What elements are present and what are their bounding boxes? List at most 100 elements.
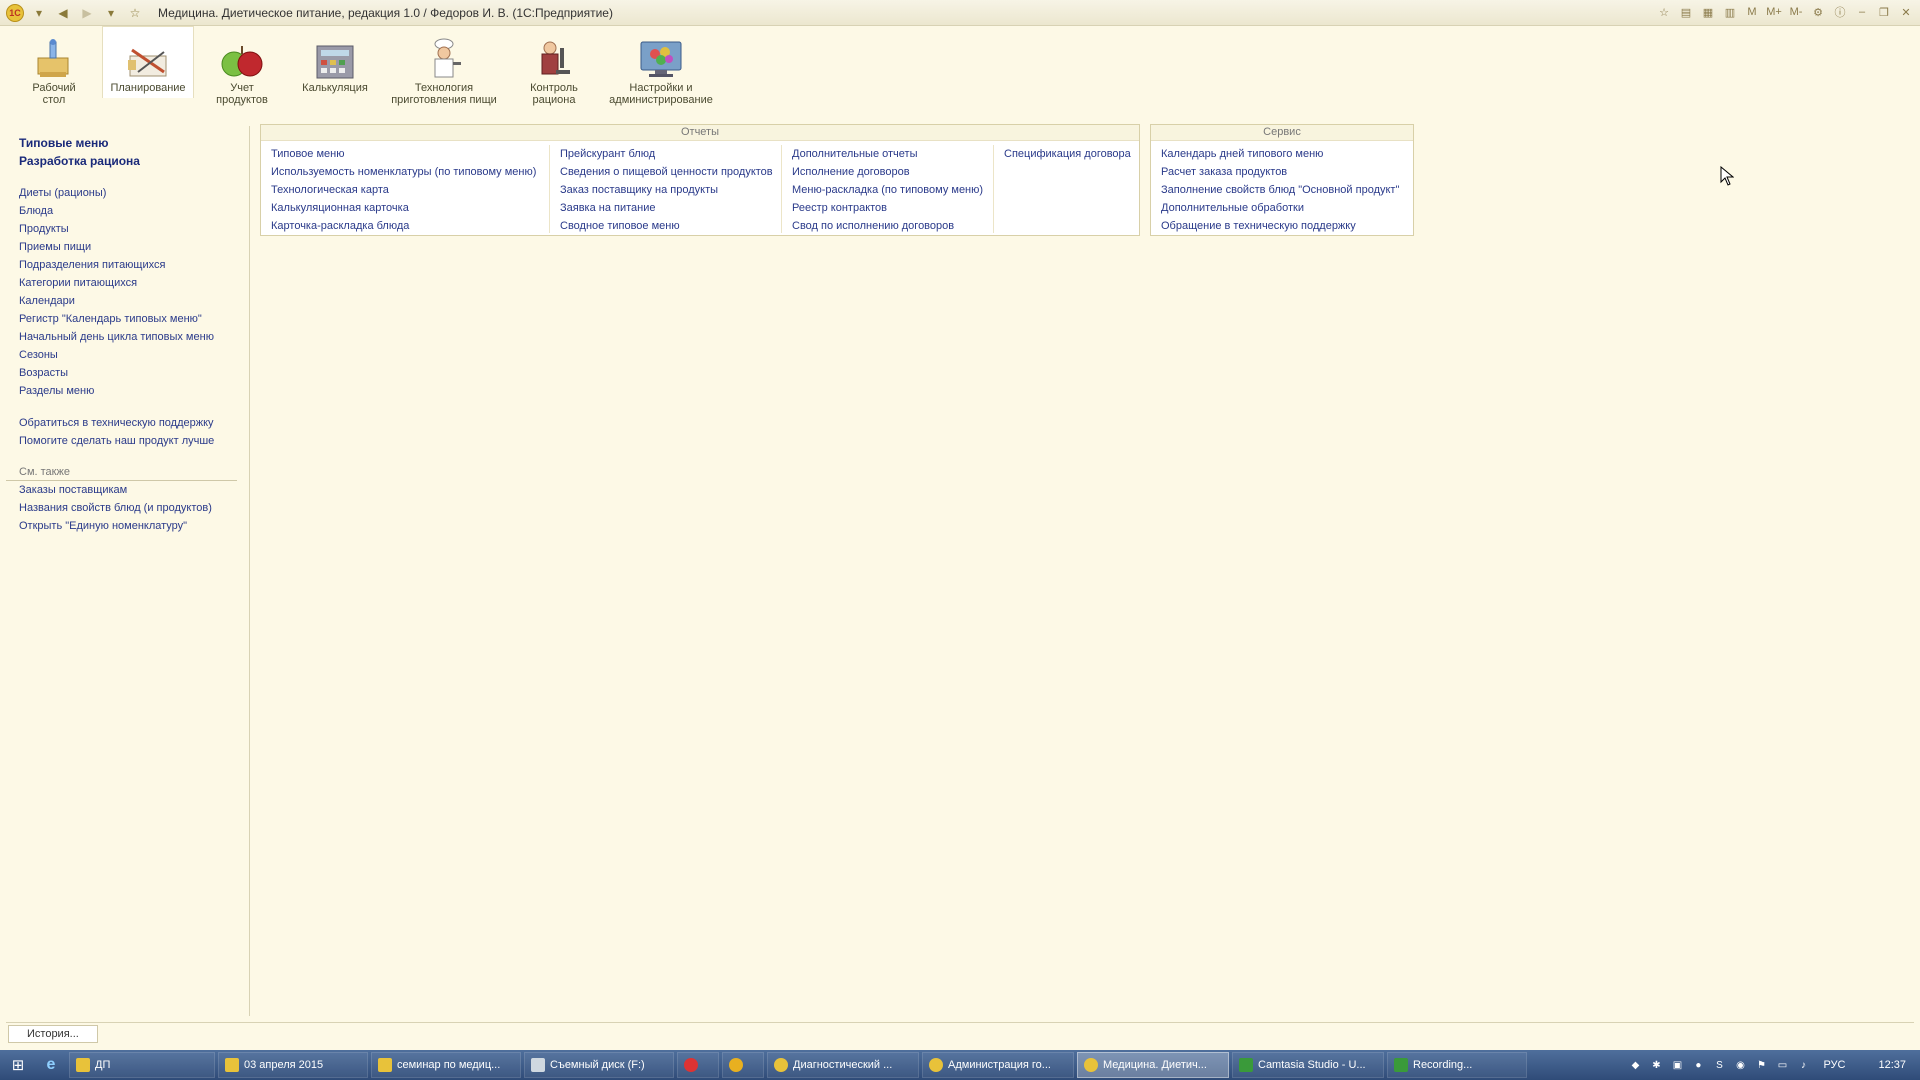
section-products[interactable]: Учет продуктов xyxy=(210,36,274,106)
add-favorite-icon[interactable]: ☆ xyxy=(1656,4,1672,20)
section-settings[interactable]: Настройки и администрирование xyxy=(606,36,716,106)
taskbar-item[interactable]: Администрация го... xyxy=(922,1052,1074,1078)
reports-column-4: Спецификация договора xyxy=(993,145,1139,233)
service-link[interactable]: Календарь дней типового меню xyxy=(1151,145,1413,163)
report-link[interactable]: Сведения о пищевой ценности продуктов xyxy=(550,163,779,181)
nav-item-ages[interactable]: Возрасты xyxy=(6,364,249,382)
start-button[interactable]: ⊞ xyxy=(0,1050,36,1080)
skype-icon[interactable]: S xyxy=(1712,1058,1726,1072)
nav-item-seasons[interactable]: Сезоны xyxy=(6,346,249,364)
taskbar-item[interactable] xyxy=(677,1052,719,1078)
service-link[interactable]: Обращение в техническую поддержку xyxy=(1151,217,1413,235)
folder-icon xyxy=(378,1058,392,1072)
taskbar-item-label: 03 апреля 2015 xyxy=(244,1059,324,1071)
monitor-icon[interactable]: ▭ xyxy=(1775,1058,1789,1072)
clock[interactable]: 12:37 xyxy=(1878,1059,1906,1071)
report-link[interactable]: Заявка на питание xyxy=(550,199,779,217)
nav-item-cycle-start-day[interactable]: Начальный день цикла типовых меню xyxy=(6,328,249,346)
network-icon[interactable]: ✱ xyxy=(1649,1058,1663,1072)
security-icon[interactable]: ● xyxy=(1691,1058,1705,1072)
menu-dropdown-icon[interactable]: ▾ xyxy=(30,4,48,22)
close-icon[interactable]: ✕ xyxy=(1898,4,1914,20)
taskbar-item[interactable]: ДП xyxy=(69,1052,215,1078)
forward-arrow-icon[interactable]: ▶ xyxy=(78,4,96,22)
section-planning[interactable]: Планирование xyxy=(102,26,194,98)
reports-column-3: Дополнительные отчеты Исполнение договор… xyxy=(781,145,991,233)
back-arrow-icon[interactable]: ◀ xyxy=(54,4,72,22)
section-technology[interactable]: Технология приготовления пищи xyxy=(388,36,500,106)
report-link[interactable]: Реестр контрактов xyxy=(782,199,991,217)
history-button[interactable]: История... xyxy=(8,1025,98,1043)
restore-icon[interactable]: ❐ xyxy=(1876,4,1892,20)
report-link[interactable]: Типовое меню xyxy=(261,145,547,163)
memory-mminus-icon[interactable]: M- xyxy=(1788,4,1804,20)
flag-icon[interactable]: ⚑ xyxy=(1754,1058,1768,1072)
nav-item-diner-divisions[interactable]: Подразделения питающихся xyxy=(6,256,249,274)
nav-standard-menus[interactable]: Типовые меню xyxy=(6,134,249,152)
nav-item-menu-calendar-register[interactable]: Регистр "Календарь типовых меню" xyxy=(6,310,249,328)
see-also-property-names[interactable]: Названия свойств блюд (и продуктов) xyxy=(6,499,249,517)
nav-item-dishes[interactable]: Блюда xyxy=(6,202,249,220)
1c-logo-icon[interactable]: 1С xyxy=(6,3,24,22)
chrome-icon xyxy=(729,1058,743,1072)
report-link[interactable]: Дополнительные отчеты xyxy=(782,145,991,163)
memory-m-icon[interactable]: M xyxy=(1744,4,1760,20)
nav-feedback-link[interactable]: Помогите сделать наш продукт лучше xyxy=(6,432,249,450)
see-also-unified-nomenclature[interactable]: Открыть "Единую номенклатуру" xyxy=(6,517,249,535)
report-link[interactable]: Свод по исполнению договоров xyxy=(782,217,991,235)
nav-ration-development[interactable]: Разработка рациона xyxy=(6,152,249,170)
drive-icon xyxy=(531,1058,545,1072)
section-desktop[interactable]: Рабочий стол xyxy=(26,36,82,106)
section-calculation[interactable]: Калькуляция xyxy=(298,36,372,94)
update-icon[interactable]: ▣ xyxy=(1670,1058,1684,1072)
report-link[interactable]: Используемость номенклатуры (по типовому… xyxy=(261,163,547,181)
report-link[interactable]: Карточка-раскладка блюда xyxy=(261,217,547,235)
report-link[interactable]: Заказ поставщику на продукты xyxy=(550,181,779,199)
taskbar-item[interactable]: Съемный диск (F:) xyxy=(524,1052,674,1078)
taskbar-item[interactable]: семинар по медиц... xyxy=(371,1052,521,1078)
nav-item-diets[interactable]: Диеты (рационы) xyxy=(6,184,249,202)
taskbar-item-active[interactable]: Медицина. Диетич... xyxy=(1077,1052,1229,1078)
section-label: Контроль рациона xyxy=(530,82,578,106)
report-link[interactable]: Сводное типовое меню xyxy=(550,217,779,235)
section-control[interactable]: Контроль рациона xyxy=(520,36,588,106)
print-icon[interactable]: ▤ xyxy=(1678,4,1694,20)
nav-support-link[interactable]: Обратиться в техническую поддержку xyxy=(6,414,249,432)
taskbar-item[interactable]: Camtasia Studio - U... xyxy=(1232,1052,1384,1078)
info-icon[interactable]: ⓘ xyxy=(1832,4,1848,20)
taskbar-item[interactable]: 03 апреля 2015 xyxy=(218,1052,368,1078)
nav-item-products[interactable]: Продукты xyxy=(6,220,249,238)
mouse-cursor-icon xyxy=(1720,165,1735,189)
calendar-icon[interactable]: ▦ xyxy=(1700,4,1716,20)
nav-item-diner-categories[interactable]: Категории питающихся xyxy=(6,274,249,292)
taskbar-item[interactable] xyxy=(722,1052,764,1078)
internet-explorer-icon[interactable]: e xyxy=(36,1050,66,1080)
taskbar-item[interactable]: Диагностический ... xyxy=(767,1052,919,1078)
service-link[interactable]: Расчет заказа продуктов xyxy=(1151,163,1413,181)
report-link[interactable]: Технологическая карта xyxy=(261,181,547,199)
see-also-supplier-orders[interactable]: Заказы поставщикам xyxy=(6,481,249,499)
minimize-icon[interactable]: – xyxy=(1854,4,1870,20)
report-link[interactable]: Меню-раскладка (по типовому меню) xyxy=(782,181,991,199)
language-indicator[interactable]: РУС xyxy=(1823,1059,1845,1071)
nav-item-calendars[interactable]: Календари xyxy=(6,292,249,310)
history-dropdown-icon[interactable]: ▾ xyxy=(102,4,120,22)
report-link[interactable]: Исполнение договоров xyxy=(782,163,991,181)
nav-item-menu-sections[interactable]: Разделы меню xyxy=(6,382,249,400)
shield-icon[interactable]: ◆ xyxy=(1628,1058,1642,1072)
service-link[interactable]: Заполнение свойств блюд "Основной продук… xyxy=(1151,181,1413,199)
report-link[interactable]: Калькуляционная карточка xyxy=(261,199,547,217)
1c-icon xyxy=(929,1058,943,1072)
tools-icon[interactable]: ⚙ xyxy=(1810,4,1826,20)
favorites-star-icon[interactable]: ☆ xyxy=(126,4,144,22)
taskbar-item[interactable]: Recording... xyxy=(1387,1052,1527,1078)
service-link[interactable]: Дополнительные обработки xyxy=(1151,199,1413,217)
nav-item-meals[interactable]: Приемы пищи xyxy=(6,238,249,256)
calculator-icon[interactable]: ▥ xyxy=(1722,4,1738,20)
report-link[interactable]: Спецификация договора xyxy=(994,145,1139,163)
memory-mplus-icon[interactable]: M+ xyxy=(1766,4,1782,20)
report-link[interactable]: Прейскурант блюд xyxy=(550,145,779,163)
section-label: Настройки и администрирование xyxy=(609,82,713,106)
volume-icon[interactable]: ♪ xyxy=(1796,1058,1810,1072)
antivirus-icon[interactable]: ◉ xyxy=(1733,1058,1747,1072)
